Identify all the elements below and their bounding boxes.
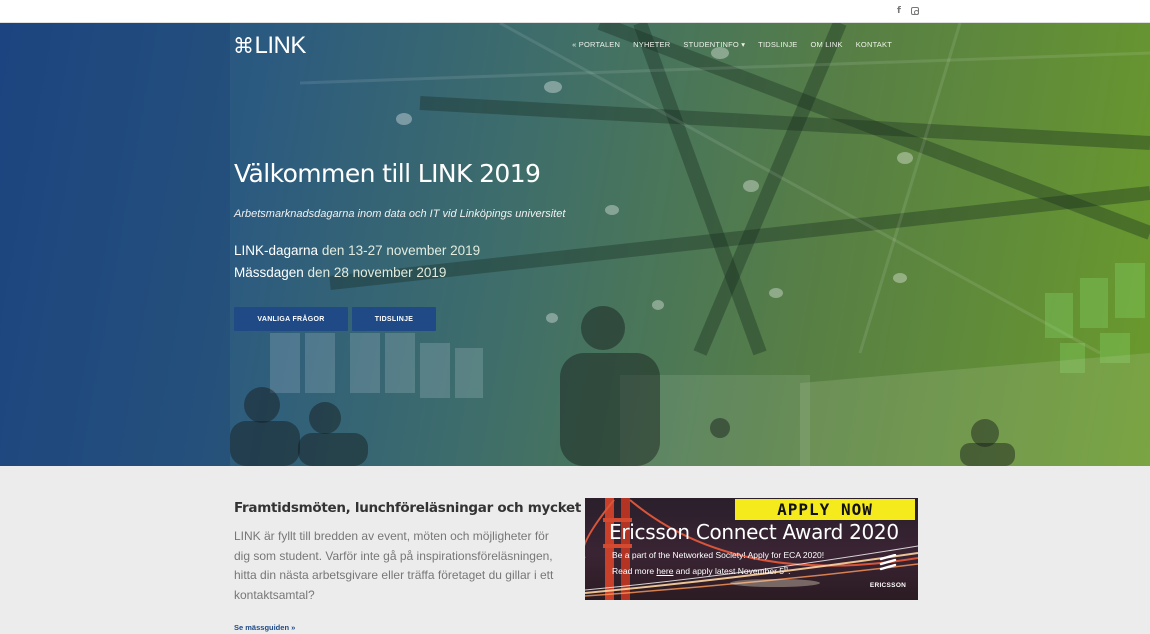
apply-now-label: APPLY NOW [735, 499, 915, 520]
ericsson-mark-icon [879, 554, 897, 571]
hero-background-photo [0, 23, 1150, 466]
banner-title: Ericsson Connect Award 2020 [609, 520, 899, 544]
main-nav: « PORTALEN NYHETER STUDENTINFO ▾ TIDSLIN… [572, 40, 892, 49]
date-value: den 28 november 2019 [303, 265, 447, 280]
section-title: Framtidsmöten, lunchföreläsningar och my… [234, 500, 615, 516]
nav-item-kontakt[interactable]: KONTAKT [856, 40, 892, 49]
nav-item-nyheter[interactable]: NYHETER [633, 40, 670, 49]
banner-line-2: Read more here and apply latest November… [612, 566, 791, 576]
link-logo[interactable]: ⌘ LINK [233, 32, 306, 60]
hero-section: ⌘ LINK « PORTALEN NYHETER STUDENTINFO ▾ … [0, 23, 1150, 466]
banner-text: . [788, 566, 791, 576]
faq-button[interactable]: VANLIGA FRÅGOR [234, 307, 348, 331]
section-text: LINK är fyllt till bredden av event, möt… [234, 529, 554, 602]
facebook-icon[interactable]: f [894, 6, 904, 16]
timeline-button[interactable]: TIDSLINJE [352, 307, 436, 331]
banner-line-1: Be a part of the Networked Society! Appl… [612, 550, 825, 560]
banner-here-link[interactable]: here [656, 566, 673, 576]
hero-title: Välkommen till LINK 2019 [234, 159, 541, 188]
fair-guide-link[interactable]: Se mässguiden » [234, 623, 295, 632]
top-bar: f [0, 0, 1150, 23]
date-label: Mässdagen [234, 265, 304, 280]
hero-subtitle: Arbetsmarknadsdagarna inom data och IT v… [234, 208, 566, 220]
banner-text: and apply latest November 5 [673, 566, 784, 576]
link-logo-mark-icon: ⌘ [233, 34, 254, 58]
ericsson-connect-banner[interactable]: APPLY NOW Ericsson Connect Award 2020 Be… [585, 498, 918, 600]
instagram-icon[interactable] [910, 6, 920, 16]
massdagen-date: Mässdagen den 28 november 2019 [234, 265, 446, 280]
date-value: den 13-27 november 2019 [318, 243, 481, 258]
link-dagarna-date: LINK-dagarna den 13-27 november 2019 [234, 243, 480, 258]
nav-item-studentinfo[interactable]: STUDENTINFO ▾ [683, 40, 745, 49]
nav-item-om-link[interactable]: OM LINK [810, 40, 842, 49]
ericsson-wordmark: ERICSSON [869, 582, 907, 589]
banner-text: Read more [612, 566, 657, 576]
nav-item-portalen[interactable]: « PORTALEN [572, 40, 620, 49]
nav-item-tidslinje[interactable]: TIDSLINJE [758, 40, 797, 49]
date-label: LINK-dagarna [234, 243, 319, 258]
ericsson-logo: ERICSSON [868, 554, 908, 592]
logo-text: LINK [254, 32, 307, 59]
